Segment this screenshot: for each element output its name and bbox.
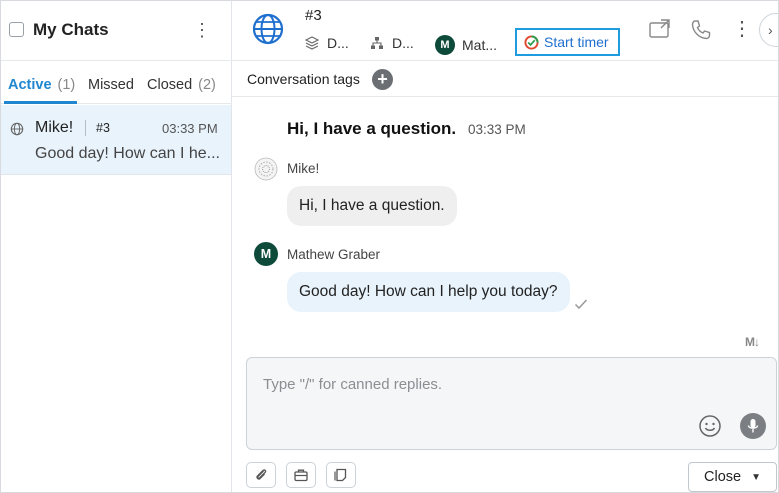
tab-missed[interactable]: Missed bbox=[88, 77, 134, 93]
composer-toolbar: Close ▼ bbox=[232, 450, 778, 492]
microphone-button[interactable] bbox=[740, 413, 766, 439]
visitor-message-bubble: Hi, I have a question. bbox=[287, 186, 457, 226]
agent-label: Mat... bbox=[462, 37, 498, 53]
canned-responses-button[interactable] bbox=[286, 462, 316, 488]
chat-list-title: My Chats bbox=[33, 20, 109, 39]
globe-icon bbox=[10, 122, 24, 136]
conversation-header: #3 D... D... M Mat... Start timer ⋮ › bbox=[232, 1, 778, 61]
tab-closed-count: (2) bbox=[198, 77, 216, 93]
markdown-icon[interactable]: M↓ bbox=[745, 335, 760, 349]
more-options-icon[interactable]: ⋮ bbox=[193, 19, 211, 41]
tab-closed-label: Closed bbox=[147, 77, 193, 93]
tab-active-count: (1) bbox=[57, 77, 76, 93]
more-actions-icon[interactable]: ⋮ bbox=[732, 18, 752, 40]
conversation-subject: Hi, I have a question. bbox=[287, 119, 457, 138]
department-selector[interactable]: D... bbox=[305, 35, 349, 51]
note-icon bbox=[334, 468, 347, 482]
chat-tabs: Active (1) Missed Closed (2) bbox=[1, 61, 232, 104]
message-composer[interactable]: Type "/" for canned replies. bbox=[246, 357, 777, 450]
visitor-name: Mike! bbox=[287, 161, 320, 176]
phone-icon[interactable] bbox=[689, 18, 713, 42]
start-timer-button[interactable]: Start timer bbox=[515, 28, 620, 56]
chat-list-header: My Chats ⋮ bbox=[1, 1, 232, 61]
tags-label: Conversation tags bbox=[247, 71, 360, 87]
conversation-subject-time: 03:33 PM bbox=[468, 122, 526, 137]
tab-active[interactable]: Active (1) bbox=[8, 77, 75, 93]
globe-icon bbox=[252, 13, 284, 45]
briefcase-icon bbox=[294, 469, 308, 482]
agent-name: Mathew Graber bbox=[287, 247, 381, 262]
active-tab-indicator bbox=[4, 101, 77, 104]
group-label: D... bbox=[392, 35, 414, 51]
chat-list-pane: My Chats ⋮ Active (1) Missed Closed (2) Mi… bbox=[1, 1, 232, 492]
conversation-tags-bar: Conversation tags + bbox=[232, 61, 778, 97]
chat-item-time: 03:33 PM bbox=[162, 121, 218, 136]
timer-icon bbox=[524, 34, 539, 50]
layers-icon bbox=[305, 36, 319, 50]
select-all-checkbox[interactable] bbox=[9, 22, 24, 37]
app-frame: My Chats ⋮ Active (1) Missed Closed (2) Mi… bbox=[0, 0, 779, 493]
agent-message-bubble: Good day! How can I help you today? bbox=[287, 272, 570, 312]
attach-button[interactable] bbox=[246, 462, 276, 488]
message-input[interactable]: Type "/" for canned replies. bbox=[263, 376, 442, 393]
collapse-panel-icon[interactable]: › bbox=[759, 13, 778, 47]
transcript-button[interactable] bbox=[326, 462, 356, 488]
add-tag-button[interactable]: + bbox=[372, 69, 393, 90]
emoji-icon[interactable] bbox=[698, 414, 722, 438]
conversation-number: #3 bbox=[305, 7, 322, 24]
close-label: Close bbox=[704, 469, 742, 485]
divider bbox=[85, 120, 86, 136]
start-timer-label: Start timer bbox=[544, 34, 609, 50]
group-selector[interactable]: D... bbox=[370, 35, 414, 51]
conversation-pane: #3 D... D... M Mat... Start timer ⋮ › Co… bbox=[232, 1, 778, 492]
chat-item-number: #3 bbox=[96, 121, 110, 135]
tab-closed[interactable]: Closed (2) bbox=[147, 77, 216, 93]
close-conversation-button[interactable]: Close ▼ bbox=[688, 462, 777, 492]
agent-selector[interactable]: M Mat... bbox=[435, 35, 497, 55]
department-label: D... bbox=[327, 35, 349, 51]
chat-item-preview: Good day! How can I he... bbox=[35, 145, 220, 162]
microphone-icon bbox=[747, 419, 759, 433]
chat-item-name: Mike! bbox=[35, 119, 74, 136]
visitor-avatar bbox=[254, 157, 278, 181]
tab-active-label: Active bbox=[8, 77, 52, 93]
transfer-icon[interactable] bbox=[648, 18, 672, 42]
hierarchy-icon bbox=[371, 37, 383, 49]
delivered-check-icon bbox=[574, 299, 588, 310]
agent-avatar: M bbox=[254, 242, 278, 266]
tab-missed-label: Missed bbox=[88, 77, 134, 93]
avatar: M bbox=[435, 35, 455, 55]
paperclip-icon bbox=[256, 469, 267, 480]
chat-list-item[interactable]: Mike! #3 03:33 PM Good day! How can I he… bbox=[1, 105, 231, 175]
chevron-down-icon: ▼ bbox=[751, 471, 761, 483]
